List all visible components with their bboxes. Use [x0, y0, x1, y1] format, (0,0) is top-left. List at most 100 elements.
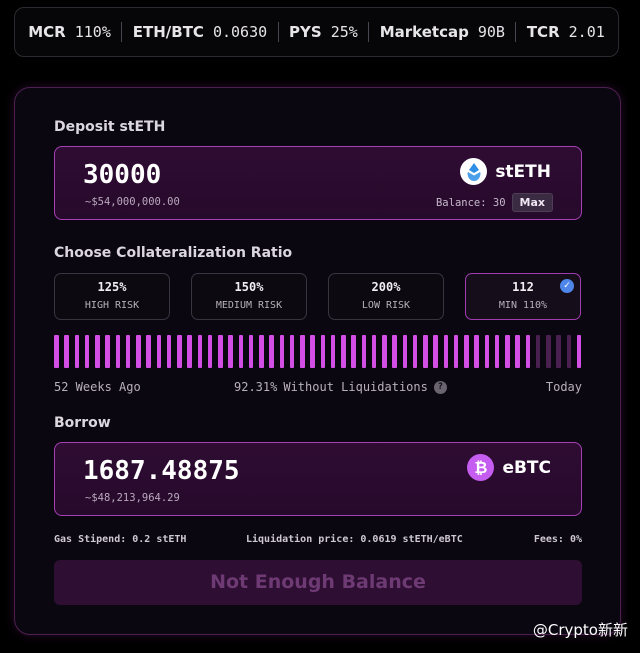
history-bar: [146, 335, 151, 368]
history-percent: 92.31%: [234, 380, 278, 394]
deposit-usd-value: ~$54,000,000.00: [85, 196, 180, 208]
history-bar: [402, 335, 407, 368]
history-bar: [494, 335, 500, 368]
history-bar: [515, 335, 520, 368]
history-bar: [289, 335, 295, 368]
history-bar: [330, 335, 336, 368]
history-bar: [218, 335, 223, 368]
stat-tcr: TCR 2.01: [526, 23, 605, 41]
ratio-option-medium-risk[interactable]: 150% MEDIUM RISK: [191, 273, 307, 320]
steth-icon: [460, 158, 488, 185]
help-icon[interactable]: ?: [433, 380, 447, 394]
history-bar: [74, 335, 79, 368]
divider: [515, 22, 517, 42]
history-bar: [207, 335, 213, 368]
history-bar: [484, 335, 489, 368]
history-bar: [84, 335, 90, 368]
history-bar: [248, 335, 254, 368]
history-bar: [259, 335, 264, 368]
ratio-label: MIN 110%: [498, 300, 548, 311]
history-bar-liquidated: [535, 335, 541, 368]
stat-mcr: MCR 110%: [28, 23, 111, 41]
history-bar: [105, 335, 110, 368]
history-bar: [187, 335, 192, 368]
collateral-options: 125% HIGH RISK 150% MEDIUM RISK 200% LOW…: [54, 273, 582, 320]
history-bar: [371, 335, 377, 368]
divider: [368, 22, 370, 42]
history-bar: [95, 335, 100, 368]
history-bar: [136, 335, 141, 368]
history-bar: [576, 335, 582, 368]
ratio-option-low-risk[interactable]: 200% LOW RISK: [328, 273, 444, 320]
history-end-label: Today: [545, 380, 582, 394]
borrow-token-name: eBTC: [502, 457, 551, 478]
deposit-amount[interactable]: 30000: [83, 160, 161, 190]
history-bar: [156, 335, 161, 368]
borrow-card: Deposit stETH 30000 ~$54,000,000.00 stET…: [14, 87, 621, 635]
history-bar: [197, 335, 202, 368]
ratio-value: 125%: [97, 280, 127, 294]
stat-marketcap: Marketcap 90B: [379, 23, 505, 41]
deposit-title: Deposit stETH: [54, 119, 166, 135]
liquidation-history-bars: [54, 335, 582, 368]
history-bar: [505, 335, 510, 368]
ratio-option-custom[interactable]: 112 MIN 110% ✓: [465, 273, 581, 320]
history-bar: [54, 335, 59, 368]
stats-bar: MCR 110% ETH/BTC 0.0630 PYS 25% Marketca…: [14, 7, 619, 57]
history-bar: [115, 335, 120, 368]
history-bar: [341, 335, 346, 368]
liquidation-price: Liquidation price: 0.0619 stETH/eBTC: [246, 534, 463, 545]
history-bar: [166, 335, 172, 368]
history-bar: [125, 335, 131, 368]
history-bar-liquidated: [566, 335, 571, 368]
collateral-title: Choose Collateralization Ratio: [54, 245, 293, 261]
history-bar: [177, 335, 182, 368]
history-bar: [228, 335, 233, 368]
history-bar: [443, 335, 448, 368]
history-bar: [433, 335, 438, 368]
history-bar: [382, 335, 387, 368]
history-bar: [464, 335, 469, 368]
history-bar: [392, 335, 397, 368]
watermark: @Crypto新新: [532, 621, 628, 639]
stat-pys: PYS 25%: [289, 23, 358, 41]
history-bar: [423, 335, 428, 368]
history-bar: [279, 335, 284, 368]
balance-label: Balance: 30: [435, 196, 506, 209]
submit-button[interactable]: Not Enough Balance: [54, 560, 582, 605]
deposit-input[interactable]: 30000 ~$54,000,000.00 stETH Balance: 30 …: [54, 146, 582, 220]
history-bar: [310, 335, 315, 368]
history-bar-liquidated: [546, 335, 551, 368]
borrow-amount[interactable]: 1687.48875: [83, 456, 240, 486]
deposit-balance: Balance: 30 Max: [436, 193, 553, 212]
borrow-input[interactable]: 1687.48875 ~$48,213,964.29 ₿ eBTC: [54, 442, 582, 516]
borrow-title: Borrow: [54, 415, 111, 431]
history-middle-label: Without Liquidations: [283, 380, 428, 394]
history-start-label: 52 Weeks Ago: [54, 380, 141, 394]
check-icon: ✓: [560, 279, 574, 293]
history-bar: [300, 335, 305, 368]
ratio-option-high-risk[interactable]: 125% HIGH RISK: [54, 273, 170, 320]
stat-eth-btc: ETH/BTC 0.0630: [132, 23, 268, 41]
history-bar: [412, 335, 418, 368]
footer-info: Gas Stipend: 0.2 stETH Liquidation price…: [54, 534, 582, 548]
history-bar: [453, 335, 459, 368]
liquidation-history-stats: 52 Weeks Ago 92.31% Without Liquidations…: [54, 380, 582, 396]
history-bar: [269, 335, 274, 368]
history-bar-liquidated: [556, 335, 561, 368]
divider: [121, 22, 123, 42]
history-bar: [320, 335, 325, 368]
history-bar: [351, 335, 356, 368]
history-bar: [361, 335, 366, 368]
max-button[interactable]: Max: [511, 193, 553, 212]
fees: Fees: 0%: [533, 534, 582, 545]
deposit-token-name: stETH: [495, 161, 551, 182]
history-bar: [474, 335, 479, 368]
deposit-token: stETH: [460, 158, 551, 185]
history-bar: [64, 335, 69, 368]
divider: [277, 22, 279, 42]
ratio-label: MEDIUM RISK: [215, 300, 283, 311]
gas-stipend: Gas Stipend: 0.2 stETH: [54, 534, 187, 545]
bitcoin-icon: ₿: [467, 454, 495, 481]
borrow-usd-value: ~$48,213,964.29: [85, 492, 180, 504]
